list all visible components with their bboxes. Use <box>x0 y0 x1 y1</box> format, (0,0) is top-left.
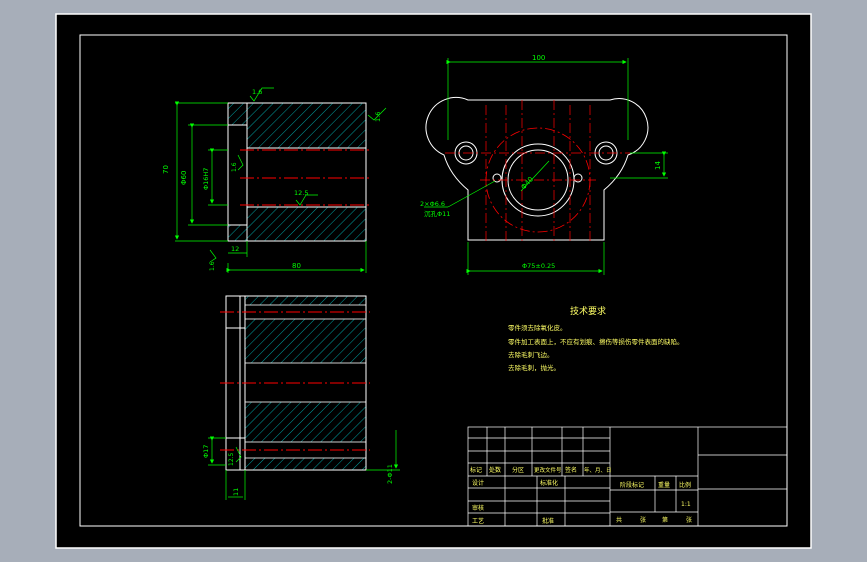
tb-header-3: 分区 <box>512 466 524 474</box>
dim-section-left: Φ17 <box>202 445 210 458</box>
tb-sheet-unit-1: 张 <box>640 516 646 524</box>
note-line-3: 去除毛刺飞边。 <box>508 350 554 359</box>
note-line-4: 去除毛刺，抛光。 <box>508 363 560 372</box>
tb-row-design: 设计 <box>472 479 484 487</box>
tb-sheet-current: 第 <box>662 516 668 524</box>
tb-header-6: 年、月、日 <box>584 466 612 474</box>
tb-header-1: 标记 <box>470 466 482 474</box>
dim-section-bottom: 11 <box>232 488 240 496</box>
tb-scale-label: 比例 <box>679 481 691 489</box>
rough-section: 12.5 <box>228 452 235 466</box>
note-line-1: 零件须去除氧化皮。 <box>508 323 567 332</box>
tb-header-5: 签名 <box>565 466 577 474</box>
dim-left-height: 70 <box>162 165 170 174</box>
rough-right-angle: 1.6 <box>374 112 382 122</box>
dim-section-right: 2-Φ11 <box>386 464 394 484</box>
tb-approve: 批准 <box>542 517 554 525</box>
tb-sheet-total: 共 <box>616 516 622 524</box>
dim-center-distance: 14 <box>654 161 662 170</box>
rough-inner: 1.6 <box>231 162 238 172</box>
dim-plan-width: 100 <box>532 54 545 62</box>
tb-sheet-unit-2: 张 <box>686 516 692 524</box>
tb-weight: 重量 <box>658 481 670 489</box>
tb-standardize: 标准化 <box>540 479 558 487</box>
dim-inner-diameter: Φ16H7 <box>202 168 210 190</box>
rough-hole: 12.5 <box>294 189 308 197</box>
dim-total-length: 80 <box>292 262 301 270</box>
cad-drawing-canvas: 70 Φ60 Φ16H7 80 12 1.6 1.6 1.6 12.5 1.6 <box>55 13 812 549</box>
note-line-2: 零件加工表面上，不应有划痕、擦伤等损伤零件表面的缺陷。 <box>508 337 684 346</box>
rough-top-chamfer: 1.6 <box>252 88 262 96</box>
notes-title: 技术要求 <box>570 305 606 317</box>
label-bolt-holes: 2×Φ6.6 <box>420 200 445 208</box>
tb-header-4: 更改文件号 <box>534 466 562 474</box>
tb-row-review: 审核 <box>472 504 484 512</box>
tb-row-process: 工艺 <box>472 517 484 525</box>
dim-flange-width: 12 <box>231 245 239 253</box>
tb-header-2: 处数 <box>489 466 501 474</box>
tb-scale-value: 1:1 <box>681 501 691 508</box>
dim-outer-diameter: Φ60 <box>180 171 188 185</box>
dim-bottom-diameter: Φ75±0.25 <box>522 262 555 270</box>
tb-stage-mark: 阶段标记 <box>620 481 644 489</box>
rough-left-angle: 1.6 <box>209 261 216 271</box>
label-counterbore: 沉孔Φ11 <box>424 210 450 218</box>
